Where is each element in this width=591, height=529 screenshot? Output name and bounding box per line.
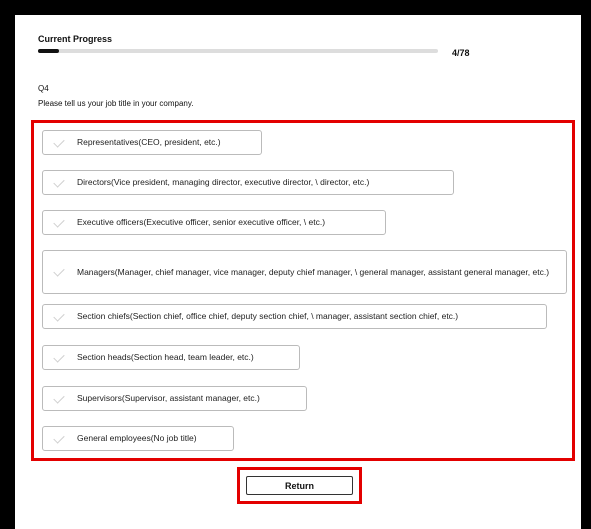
- checkmark-icon: [53, 265, 65, 277]
- progress-bar-fill: [38, 49, 59, 53]
- option-label: Directors(Vice president, managing direc…: [77, 177, 370, 187]
- option-label: General employees(No job title): [77, 433, 197, 443]
- progress-count: 4/78: [452, 48, 470, 58]
- checkmark-icon: [53, 309, 65, 322]
- option-label: Executive officers(Executive officer, se…: [77, 217, 326, 227]
- checkmark-icon: [53, 175, 65, 188]
- checkmark-icon: [53, 350, 65, 363]
- survey-page: Current Progress 4/78 Q4 Please tell us …: [15, 15, 581, 529]
- question-text: Please tell us your job title in your co…: [38, 99, 194, 108]
- option-label: Representatives(CEO, president, etc.): [77, 137, 221, 147]
- checkmark-icon: [53, 215, 65, 228]
- progress-bar: [38, 49, 438, 53]
- option-label: Section chiefs(Section chief, office chi…: [77, 311, 459, 321]
- options-highlight-frame: Representatives(CEO, president, etc.) Di…: [31, 120, 575, 461]
- progress-label: Current Progress: [38, 34, 113, 44]
- option-label: Managers(Manager, chief manager, vice ma…: [77, 266, 550, 277]
- checkmark-icon: [53, 391, 65, 404]
- option-supervisors[interactable]: Supervisors(Supervisor, assistant manage…: [42, 386, 307, 411]
- checkmark-icon: [53, 135, 65, 148]
- option-representatives[interactable]: Representatives(CEO, president, etc.): [42, 130, 262, 155]
- option-section-heads[interactable]: Section heads(Section head, team leader,…: [42, 345, 300, 370]
- question-number: Q4: [38, 84, 49, 93]
- return-button[interactable]: Return: [246, 476, 353, 495]
- option-section-chiefs[interactable]: Section chiefs(Section chief, office chi…: [42, 304, 547, 329]
- option-managers[interactable]: Managers(Manager, chief manager, vice ma…: [42, 250, 567, 294]
- option-label: Supervisors(Supervisor, assistant manage…: [77, 393, 260, 403]
- checkmark-icon: [53, 431, 65, 444]
- option-general-employees[interactable]: General employees(No job title): [42, 426, 234, 451]
- return-highlight-frame: Return: [237, 467, 362, 504]
- option-label: Section heads(Section head, team leader,…: [77, 352, 254, 362]
- option-executive-officers[interactable]: Executive officers(Executive officer, se…: [42, 210, 386, 235]
- option-directors[interactable]: Directors(Vice president, managing direc…: [42, 170, 454, 195]
